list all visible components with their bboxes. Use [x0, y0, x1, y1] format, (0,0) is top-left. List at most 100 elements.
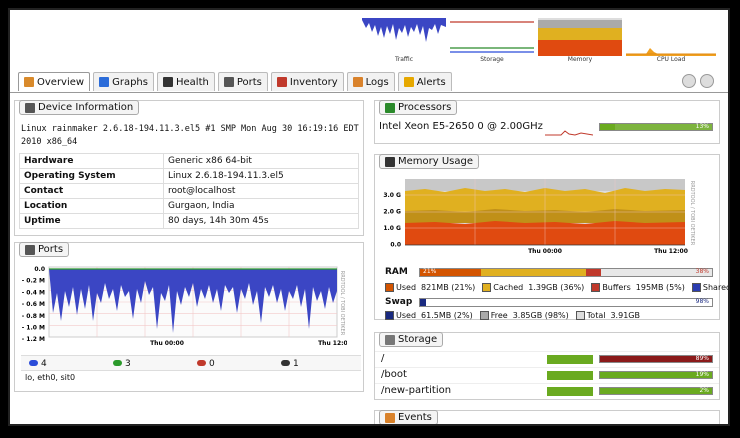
storage-usage-bar: 2%: [599, 387, 713, 395]
port-disabled-icon: [281, 360, 290, 366]
legend-label: Used: [396, 311, 417, 320]
storage-usage-bar: 19%: [599, 371, 713, 379]
device-info-row: Hardware Generic x86 64-bit: [19, 153, 359, 169]
storage-mount[interactable]: /: [381, 353, 384, 364]
legend-item: Cached 1.39GB (36%): [482, 283, 584, 292]
port-count[interactable]: 4: [29, 358, 47, 369]
tab-label: Alerts: [416, 76, 446, 88]
processor-sparkline[interactable]: [545, 125, 593, 137]
alert-icon: [403, 77, 414, 87]
ports-traffic-graph[interactable]: 0.0 - 0.2 M - 0.4 M - 0.6 M - 0.8 M - 1.0 M - …: [17, 263, 347, 351]
port-count[interactable]: 3: [113, 358, 131, 369]
cpu-label: CPU Load: [656, 56, 686, 63]
tab-graphs[interactable]: Graphs: [93, 72, 154, 91]
tick-label: - 0.2 M: [22, 278, 45, 285]
legend-swatch: [482, 283, 492, 292]
tab-ports[interactable]: Ports: [217, 72, 268, 91]
storage-header: Storage: [379, 332, 444, 347]
legend-label: Total: [586, 311, 606, 320]
legend-label: Cached: [493, 283, 524, 292]
port-list[interactable]: lo, eth0, sit0: [25, 373, 75, 382]
device-info-value: Gurgaon, India: [163, 198, 359, 214]
tab-label: Overview: [37, 76, 85, 88]
app-frame: Traffic Storage Memory CPU Load Overview…: [8, 8, 730, 426]
port-up-icon: [113, 360, 122, 366]
swap-usage-bar: 98%: [419, 298, 713, 307]
device-info-key: Operating System: [19, 168, 164, 184]
memory-usage-graph[interactable]: 3.0 G 2.0 G 1.0 G 0.0 Thu 00:00 Thu 12:00 RR…: [375, 173, 715, 257]
tick-label: Thu 00:00: [528, 248, 562, 255]
device-info-value: root@localhost: [163, 183, 359, 199]
monitor-icon: [162, 77, 173, 87]
events-header: Events: [379, 410, 438, 424]
processor-name[interactable]: Intel Xeon E5-2650 0 @ 2.00GHz: [379, 121, 543, 132]
tick-label: - 1.0 M: [22, 325, 45, 332]
memory-panel: Memory Usage 3.0 G 2.0 G 1.0 G 0.0 Thu 00:0…: [374, 154, 728, 320]
storage-panel: Storage / 89% /boot 19% /new-partition 2%: [374, 332, 720, 400]
tick-label: - 0.8 M: [22, 313, 45, 320]
tab-overview[interactable]: Overview: [18, 72, 91, 91]
ports-panel: Ports 0.0 - 0.2 M - 0.4 M - 0.6 M - 0.8 M - 1…: [14, 242, 364, 392]
chart-icon: [99, 77, 110, 87]
legend-label: Buffers: [602, 283, 631, 292]
storage-mount[interactable]: /new-partition: [381, 385, 451, 396]
tab-divider: [10, 92, 728, 93]
server-icon: [25, 102, 35, 113]
memory-icon: [385, 156, 395, 167]
tick-label: Thu 00:00: [150, 340, 184, 347]
legend-label: Used: [396, 283, 417, 292]
device-info-row: Operating System Linux 2.6.18-194.11.3.el…: [19, 168, 359, 184]
processor-icon: [385, 102, 395, 113]
storage-row[interactable]: /boot 19%: [375, 367, 719, 383]
storage-mount[interactable]: /boot: [381, 369, 407, 380]
storage-usage-percent: 19%: [695, 371, 709, 378]
storage-usage-fill: [600, 388, 712, 394]
tab-logs[interactable]: Logs: [346, 72, 395, 91]
tick-label: - 0.6 M: [22, 301, 45, 308]
settings-icon[interactable]: [682, 74, 696, 88]
tab-label: Ports: [236, 76, 262, 88]
processor-usage-bar: 13%: [599, 123, 713, 131]
tick-label: 1.0 G: [383, 225, 401, 232]
main-tabs: Overview Graphs Health Ports Inventory Logs Al…: [18, 72, 452, 92]
storage-sparkline[interactable]: [547, 355, 593, 364]
swap-usage-fill: [420, 299, 426, 306]
gear-icon[interactable]: [700, 74, 714, 88]
swap-free-percent: 98%: [695, 298, 709, 305]
memory-title: Memory Usage: [398, 156, 474, 167]
swap-label: Swap: [385, 297, 413, 307]
device-info-table: Hardware Generic x86 64-bit Operating Syst…: [19, 153, 359, 229]
tab-inventory[interactable]: Inventory: [270, 72, 344, 91]
storage-sparkline[interactable]: [547, 371, 593, 380]
uname-text: Linux rainmaker 2.6.18-194.11.3.el5 #1 S…: [21, 124, 359, 147]
storage-sparkline[interactable]: [450, 18, 534, 56]
port-count[interactable]: 1: [281, 358, 299, 369]
legend-value: 195MB (5%): [635, 283, 685, 292]
events-icon: [385, 412, 395, 423]
tick-label: - 0.4 M: [22, 289, 45, 296]
device-info-panel: Device Information Linux rainmaker 2.6.1…: [14, 100, 364, 236]
ram-used-percent: 21%: [423, 268, 437, 275]
legend-item: Shared0B (0%): [691, 283, 728, 292]
device-info-row: Contact root@localhost: [19, 183, 359, 199]
tick-label: 0.0: [390, 242, 401, 249]
legend-label: Free: [490, 311, 508, 320]
legend-item: Used 821MB (21%): [385, 283, 475, 292]
port-total-icon: [29, 360, 38, 366]
port-count[interactable]: 0: [197, 358, 215, 369]
device-info-value: 80 days, 14h 30m 45s: [163, 213, 359, 229]
storage-row[interactable]: / 89%: [375, 351, 719, 367]
memory-graph-watermark: RRDTOOL / TOBI OETIKER: [689, 181, 695, 246]
ram-legend: Used 821MB (21%) Cached 1.39GB (36%) Buffers…: [385, 283, 728, 292]
storage-sparkline[interactable]: [547, 387, 593, 396]
tab-health[interactable]: Health: [156, 72, 215, 91]
events-panel: Events: [374, 410, 720, 424]
cpu-sparkline[interactable]: [626, 18, 716, 56]
tab-alerts[interactable]: Alerts: [397, 72, 452, 91]
storage-row[interactable]: /new-partition 2%: [375, 383, 719, 399]
ports-title: Ports: [38, 244, 64, 255]
storage-icon: [385, 334, 395, 345]
legend-item: Buffers 195MB (5%): [591, 283, 685, 292]
memory-sparkline[interactable]: [538, 18, 622, 56]
traffic-sparkline[interactable]: [362, 18, 446, 56]
